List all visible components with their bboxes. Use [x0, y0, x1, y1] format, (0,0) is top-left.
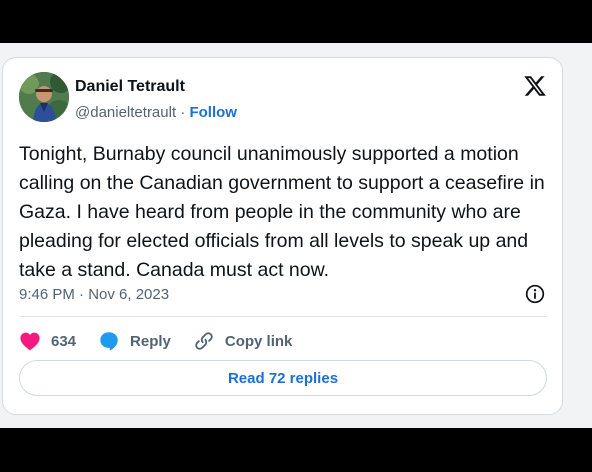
reply-label: Reply: [130, 332, 171, 350]
author-name[interactable]: Daniel Tetrault: [75, 78, 185, 96]
likes-count: 634: [51, 332, 77, 350]
author-handle[interactable]: @danieltetrault: [75, 104, 176, 121]
tweet-card: Daniel Tetrault @danieltetrault · Follow…: [2, 57, 563, 415]
copy-link-label: Copy link: [224, 332, 293, 350]
action-bar: 634 Reply Copy link: [19, 328, 314, 354]
like-button[interactable]: 634: [19, 331, 76, 351]
avatar[interactable]: [19, 72, 69, 122]
tweet-timestamp[interactable]: 9:46 PM · Nov 6, 2023: [19, 286, 169, 303]
heart-icon: [20, 332, 40, 351]
handle-separator: ·: [180, 104, 186, 121]
link-icon: [195, 332, 213, 350]
follow-button[interactable]: Follow: [189, 104, 237, 121]
reply-button[interactable]: Reply: [98, 330, 171, 352]
handle-row: @danieltetrault · Follow: [75, 104, 237, 121]
copy-link-button[interactable]: Copy link: [193, 330, 293, 352]
tweet-text: Tonight, Burnaby council unanimously sup…: [19, 143, 545, 281]
info-icon[interactable]: [525, 284, 545, 304]
divider: [19, 316, 547, 317]
top-black-band: [0, 0, 592, 43]
read-replies-button[interactable]: Read 72 replies: [19, 360, 547, 396]
reply-bubble-icon: [100, 332, 118, 351]
x-logo-icon[interactable]: [523, 74, 547, 98]
bottom-black-band: [0, 428, 592, 472]
